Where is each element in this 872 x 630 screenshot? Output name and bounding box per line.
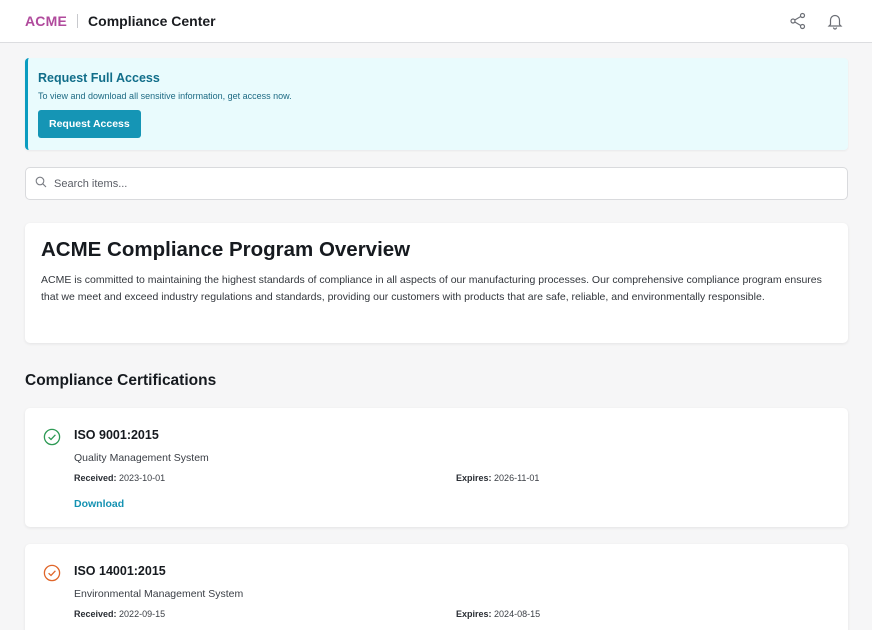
expires-date: Expires: 2026-11-01	[456, 473, 539, 483]
app-title: Compliance Center	[88, 13, 216, 29]
access-banner: Request Full Access To view and download…	[25, 58, 848, 150]
overview-title: ACME Compliance Program Overview	[41, 238, 411, 261]
bell-icon[interactable]	[826, 12, 844, 30]
certification-description: Quality Management System	[74, 452, 209, 464]
certification-card: ISO 9001:2015 Quality Management System …	[25, 408, 848, 527]
received-date: Received: 2023-10-01	[74, 473, 165, 483]
expires-value: 2024-08-15	[494, 609, 541, 619]
received-label: Received:	[74, 609, 117, 619]
overview-card: ACME Compliance Program Overview ACME is…	[25, 223, 848, 343]
received-value: 2022-09-15	[119, 609, 166, 619]
received-label: Received:	[74, 473, 117, 483]
share-icon[interactable]	[789, 12, 807, 30]
expires-value: 2026-11-01	[494, 473, 540, 483]
banner-title: Request Full Access	[38, 71, 160, 85]
certification-card: ISO 14001:2015 Environmental Management …	[25, 544, 848, 630]
check-circle-icon	[43, 428, 61, 446]
search-bar	[25, 167, 848, 200]
acme-logo[interactable]: ACME	[25, 13, 67, 29]
expires-label: Expires:	[456, 609, 492, 619]
search-icon	[35, 175, 47, 193]
certification-description: Environmental Management System	[74, 588, 244, 600]
received-date: Received: 2022-09-15	[74, 609, 165, 619]
check-circle-icon	[43, 564, 61, 582]
header-divider	[77, 14, 79, 28]
expires-date: Expires: 2024-08-15	[456, 609, 540, 619]
download-link[interactable]: Download	[74, 498, 124, 510]
overview-body: ACME is committed to maintaining the hig…	[41, 274, 822, 303]
banner-text: To view and download all sensitive infor…	[38, 91, 292, 101]
certifications-heading: Compliance Certifications	[25, 372, 217, 389]
expires-label: Expires:	[456, 473, 492, 483]
received-value: 2023-10-01	[119, 473, 166, 483]
certification-name: ISO 9001:2015	[74, 428, 159, 442]
search-input[interactable]	[54, 177, 814, 190]
request-access-button[interactable]: Request Access	[38, 110, 141, 138]
certification-name: ISO 14001:2015	[74, 564, 166, 578]
top-header: ACME Compliance Center	[0, 0, 872, 43]
